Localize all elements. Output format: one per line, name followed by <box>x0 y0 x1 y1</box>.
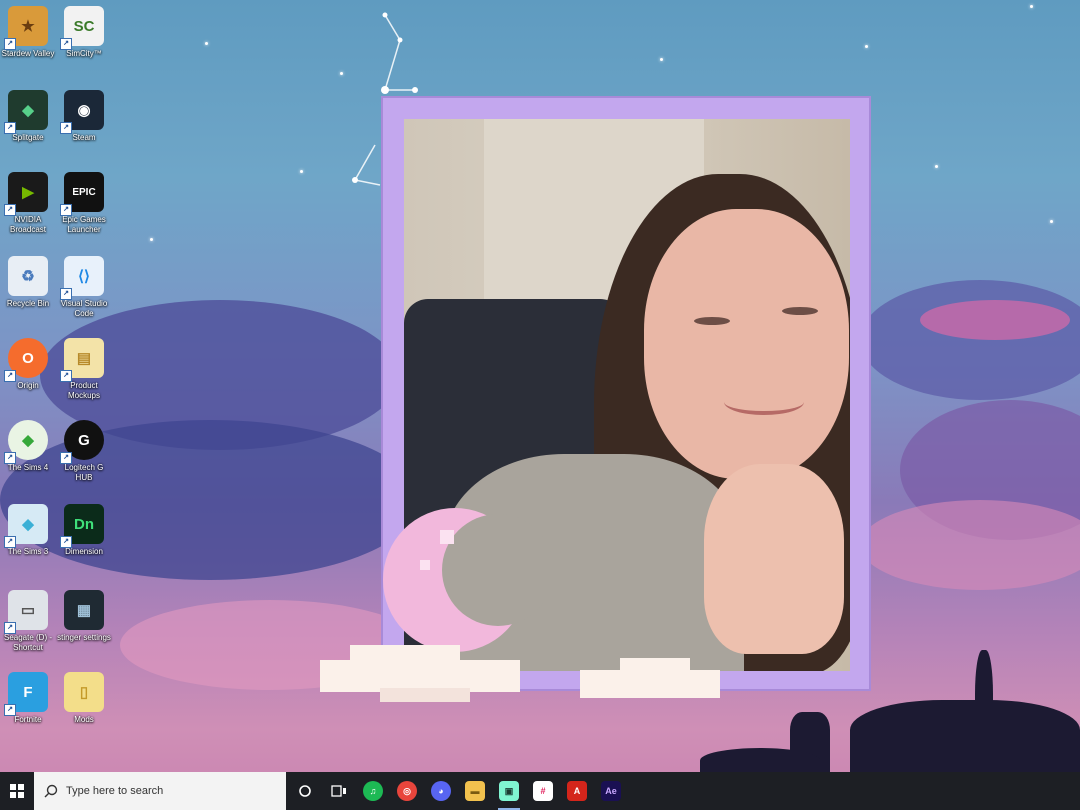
dimension-icon: Dn ↗ <box>60 504 104 548</box>
taskbar-search-box[interactable]: Type here to search <box>34 772 286 810</box>
acrobat-icon: A <box>567 781 587 801</box>
logitech-g-icon: G ↗ <box>60 420 104 464</box>
wallpaper-cloud <box>860 280 1080 400</box>
stardew-valley-icon: ★ ↗ <box>4 6 48 50</box>
person-face <box>644 209 849 479</box>
origin-icon: O ↗ <box>4 338 48 382</box>
person-eye <box>782 307 818 315</box>
desktop-icon-splitgate[interactable]: ◆ ↗ Splitgate <box>0 90 56 143</box>
wallpaper-cloud <box>920 300 1070 340</box>
folder-icon: ▬ <box>465 781 485 801</box>
steam-icon: ◉ ↗ <box>60 90 104 134</box>
taskbar-app-file-explorer[interactable]: ▬ <box>458 772 492 810</box>
desktop-icon-stinger-settings[interactable]: ▦ stinger settings <box>56 590 112 643</box>
start-button[interactable] <box>0 772 34 810</box>
person-eye <box>694 317 730 325</box>
desktop-icon-sims-3[interactable]: ◆ ↗ The Sims 3 <box>0 504 56 557</box>
taskbar-app-acrobat[interactable]: A <box>560 772 594 810</box>
tree-silhouette <box>975 650 993 760</box>
settings-file-icon: ▦ <box>64 590 104 630</box>
taskbar-app-streamlabs[interactable]: ▣ <box>492 772 526 810</box>
taskbar-app-slack[interactable]: # <box>526 772 560 810</box>
desktop-icon-sims-4[interactable]: ◆ ↗ The Sims 4 <box>0 420 56 473</box>
windows-logo-icon <box>10 784 24 798</box>
desktop-icon-mods[interactable]: ▯ Mods <box>56 672 112 725</box>
desktop-icon-dimension[interactable]: Dn ↗ Dimension <box>56 504 112 557</box>
search-placeholder: Type here to search <box>66 785 164 797</box>
vscode-icon: ⟨⟩ ↗ <box>60 256 104 300</box>
simcity-icon: SC ↗ <box>60 6 104 50</box>
tree-silhouette <box>700 748 820 773</box>
task-view-icon <box>331 785 346 797</box>
pixel-moon-decoration <box>320 508 720 702</box>
epic-games-icon: EPIC ↗ <box>60 172 104 216</box>
search-icon <box>44 784 58 798</box>
star <box>935 165 938 168</box>
splitgate-icon: ◆ ↗ <box>4 90 48 134</box>
spotify-icon: ♫ <box>363 781 383 801</box>
desktop-icon-recycle-bin[interactable]: ♻ Recycle Bin <box>0 256 56 309</box>
taskbar-app-spotify[interactable]: ♫ <box>356 772 390 810</box>
discord-icon: ◕ <box>431 781 451 801</box>
tree-silhouette <box>850 700 1080 775</box>
sims-3-icon: ◆ ↗ <box>4 504 48 548</box>
nvidia-broadcast-icon: ▶ ↗ <box>4 172 48 216</box>
desktop-icon-seagate-drive[interactable]: ▭ ↗ Seagate (D) - Shortcut <box>0 590 56 653</box>
drive-icon: ▭ ↗ <box>4 590 48 634</box>
desktop-icon-fortnite[interactable]: F ↗ Fortnite <box>0 672 56 725</box>
desktop-icon-epic-games[interactable]: EPIC ↗ Epic Games Launcher <box>56 172 112 235</box>
taskbar-app-after-effects[interactable]: Ae <box>594 772 628 810</box>
recycle-bin-icon: ♻ <box>8 256 48 296</box>
fortnite-icon: F ↗ <box>4 672 48 716</box>
after-effects-icon: Ae <box>601 781 621 801</box>
task-view-button[interactable] <box>322 772 356 810</box>
folder-icon: ▤ ↗ <box>60 338 104 382</box>
star <box>1050 220 1053 223</box>
folder-icon: ▯ <box>64 672 104 712</box>
star <box>150 238 153 241</box>
person-smile <box>724 389 804 415</box>
taskbar: Type here to search ♫ ◎ ◕ ▬ ▣ # A Ae <box>0 772 1080 810</box>
star <box>300 170 303 173</box>
desktop-icon-nvidia-broadcast[interactable]: ▶ ↗ NVIDIA Broadcast <box>0 172 56 235</box>
taskbar-app-discord[interactable]: ◕ <box>424 772 458 810</box>
star <box>1030 5 1033 8</box>
desktop-icon-origin[interactable]: O ↗ Origin <box>0 338 56 391</box>
sims-4-icon: ◆ ↗ <box>4 420 48 464</box>
star <box>660 58 663 61</box>
streamlabs-icon: ▣ <box>499 781 519 801</box>
taskbar-app-chrome[interactable]: ◎ <box>390 772 424 810</box>
desktop-icon-vscode[interactable]: ⟨⟩ ↗ Visual Studio Code <box>56 256 112 319</box>
desktop-icon-steam[interactable]: ◉ ↗ Steam <box>56 90 112 143</box>
desktop-icon-simcity[interactable]: SC ↗ SimCity™ <box>56 6 112 59</box>
star <box>205 42 208 45</box>
cortana-button[interactable] <box>288 772 322 810</box>
slack-icon: # <box>533 781 553 801</box>
desktop-icon-stardew-valley[interactable]: ★ ↗ Stardew Valley <box>0 6 56 59</box>
wallpaper-cloud <box>860 500 1080 590</box>
desktop-icon-logitech-ghub[interactable]: G ↗ Logitech G HUB <box>56 420 112 483</box>
cortana-circle-icon <box>299 785 311 797</box>
star <box>865 45 868 48</box>
chrome-icon: ◎ <box>397 781 417 801</box>
desktop-icon-product-mockups[interactable]: ▤ ↗ Product Mockups <box>56 338 112 401</box>
